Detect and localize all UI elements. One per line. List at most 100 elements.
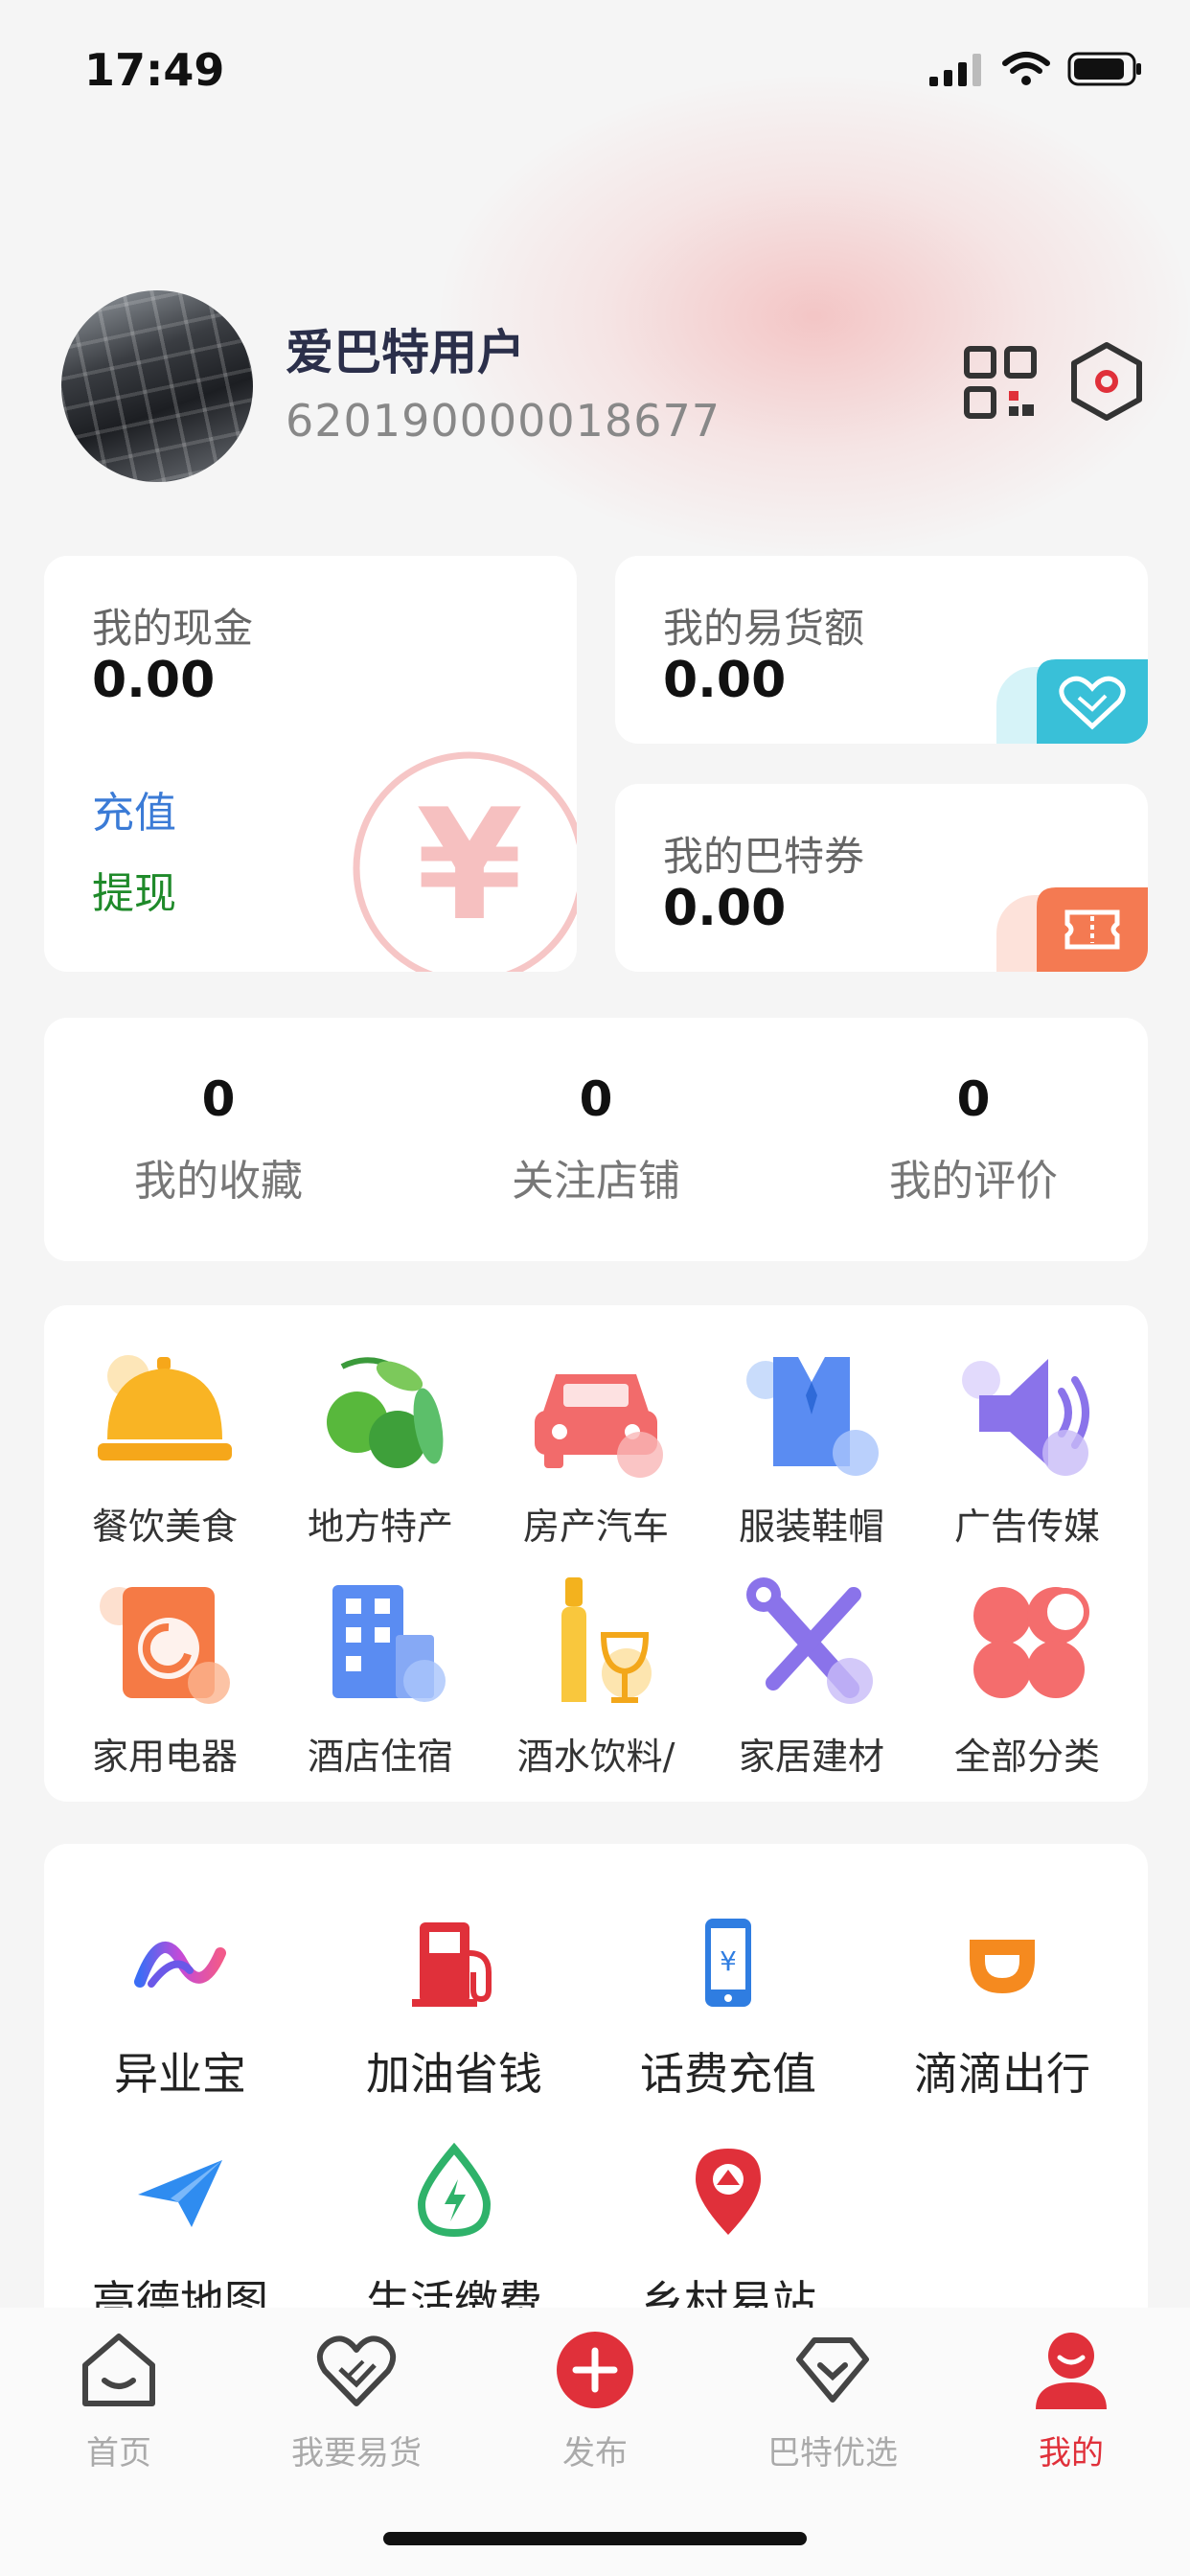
- category-label: 服装鞋帽: [738, 1506, 884, 1548]
- category-label: 家居建材: [738, 1736, 884, 1778]
- stat-followed-shops-label: 关注店铺: [512, 1157, 680, 1206]
- stat-followed-shops-value: 0: [579, 1071, 613, 1127]
- category-label: 酒店住宿: [307, 1736, 453, 1778]
- shirt-icon: [746, 1357, 879, 1476]
- cash-card[interactable]: ¥ 我的现金 0.00 充值 提现: [44, 556, 577, 972]
- location-pin-icon: [696, 2149, 761, 2235]
- barter-amount-value: 0.00: [663, 652, 787, 709]
- category-appliances[interactable]: 家用电器: [69, 1577, 261, 1780]
- tools-icon: [746, 1577, 873, 1704]
- stat-favorites-label: 我的收藏: [134, 1157, 303, 1206]
- service-didi[interactable]: 滴滴出行: [868, 1915, 1136, 2103]
- svg-text:¥: ¥: [720, 1945, 737, 1977]
- food-cloche-icon: [98, 1355, 232, 1460]
- category-all[interactable]: 全部分类: [931, 1577, 1123, 1780]
- service-phone-recharge[interactable]: ¥ 话费充值: [594, 1915, 862, 2103]
- tab-publish[interactable]: 发布: [480, 2327, 710, 2473]
- barter-amount-card[interactable]: 我的易货额 0.00: [615, 556, 1148, 744]
- washing-machine-icon: [100, 1587, 230, 1704]
- category-label: 地方特产: [307, 1506, 453, 1548]
- tab-label: 我要易货: [291, 2434, 422, 2472]
- service-village-station[interactable]: 乡村易站: [594, 2143, 862, 2331]
- yuan-symbol: ¥: [416, 775, 522, 954]
- wifi-icon: [1002, 52, 1050, 85]
- withdraw-link[interactable]: 提现: [92, 859, 176, 920]
- paper-plane-icon: [138, 2160, 222, 2227]
- service-fuel[interactable]: 加油省钱: [320, 1915, 588, 2103]
- stat-followed-shops[interactable]: 0 关注店铺: [452, 1071, 740, 1208]
- qr-code-icon[interactable]: [963, 345, 1038, 420]
- tab-label: 首页: [86, 2434, 151, 2472]
- tab-label: 我的: [1039, 2434, 1104, 2472]
- home-icon: [82, 2334, 155, 2406]
- categories-card: 餐饮美食 地方特产 房产汽车 服装鞋帽 广告传媒 家用电器 酒店住宿 酒水饮料/…: [44, 1305, 1148, 1802]
- service-label: 异业宝: [114, 2048, 246, 2100]
- utility-drop-icon: [417, 2142, 492, 2238]
- service-utilities[interactable]: 生活缴费: [320, 2142, 588, 2331]
- avatar[interactable]: [61, 290, 253, 482]
- service-amap[interactable]: 高德地图: [46, 2143, 314, 2331]
- tab-home[interactable]: 首页: [4, 2327, 234, 2473]
- tab-mine[interactable]: 我的: [956, 2327, 1186, 2473]
- profile-icon: [1036, 2333, 1107, 2409]
- tab-selected[interactable]: 巴特优选: [718, 2327, 948, 2473]
- category-label: 家用电器: [91, 1736, 238, 1778]
- category-realestate-car[interactable]: 房产汽车: [500, 1347, 692, 1550]
- diamond-icon: [796, 2337, 869, 2403]
- category-clothing[interactable]: 服装鞋帽: [716, 1347, 907, 1550]
- cash-title: 我的现金: [92, 605, 254, 652]
- olive-icon: [327, 1357, 444, 1468]
- yiyebao-logo-icon: [134, 1942, 226, 1988]
- user-id: 620190000018677: [286, 395, 721, 447]
- barter-amount-title: 我的易货额: [663, 605, 865, 652]
- tab-label: 发布: [562, 2434, 628, 2472]
- service-label: 加油省钱: [366, 2048, 542, 2100]
- category-drinks[interactable]: 酒水饮料/: [500, 1577, 692, 1780]
- yuan-watermark-icon: ¥: [353, 751, 577, 972]
- hotel-building-icon: [332, 1585, 446, 1702]
- settings-icon[interactable]: [1068, 341, 1145, 422]
- fuel-pump-icon: [412, 1922, 492, 2007]
- category-specialty[interactable]: 地方特产: [285, 1347, 476, 1550]
- phone-recharge-icon: ¥: [705, 1919, 751, 2007]
- category-label: 广告传媒: [953, 1506, 1100, 1548]
- category-food[interactable]: 餐饮美食: [69, 1347, 261, 1550]
- recharge-link[interactable]: 充值: [92, 778, 176, 840]
- category-home-building[interactable]: 家居建材: [716, 1577, 907, 1780]
- status-time: 17:49: [84, 44, 225, 96]
- tab-label: 巴特优选: [767, 2434, 898, 2472]
- service-yiyebao[interactable]: 异业宝: [46, 1915, 314, 2103]
- services-card: 异业宝 加油省钱 ¥ 话费充值 滴滴出行 高德地图 生活缴费 乡村易站: [44, 1844, 1148, 2380]
- stat-reviews[interactable]: 0 我的评价: [830, 1071, 1117, 1208]
- category-label: 房产汽车: [522, 1506, 669, 1548]
- category-advertising[interactable]: 广告传媒: [931, 1347, 1123, 1550]
- didi-icon: [970, 1940, 1035, 1993]
- speaker-icon: [962, 1359, 1089, 1476]
- status-icons: [927, 50, 1144, 88]
- service-label: 话费充值: [640, 2048, 816, 2100]
- handshake-heart-icon: [1037, 659, 1148, 744]
- category-hotel[interactable]: 酒店住宿: [285, 1577, 476, 1780]
- battery-icon: [1067, 52, 1141, 86]
- home-indicator: [383, 2532, 807, 2545]
- stat-reviews-label: 我的评价: [889, 1157, 1058, 1206]
- coupon-card[interactable]: 我的巴特券 0.00: [615, 784, 1148, 972]
- service-label: 滴滴出行: [914, 2048, 1090, 2100]
- signal-icon: [929, 54, 981, 86]
- coupon-title: 我的巴特券: [663, 833, 865, 880]
- wine-icon: [561, 1577, 652, 1703]
- stats-card: 0 我的收藏 0 关注店铺 0 我的评价: [44, 1018, 1148, 1261]
- stat-reviews-value: 0: [956, 1071, 991, 1127]
- stat-favorites-value: 0: [201, 1071, 236, 1127]
- category-label: 全部分类: [953, 1736, 1100, 1778]
- category-label: 餐饮美食: [91, 1506, 238, 1548]
- handshake-heart-icon: [316, 2335, 397, 2406]
- all-categories-icon: [973, 1587, 1089, 1698]
- stat-favorites[interactable]: 0 我的收藏: [75, 1071, 362, 1208]
- coupon-value: 0.00: [663, 880, 787, 937]
- header-glow: [441, 77, 1188, 556]
- cash-value: 0.00: [92, 652, 216, 709]
- tab-barter[interactable]: 我要易货: [241, 2327, 471, 2473]
- category-label: 酒水饮料/: [516, 1736, 675, 1778]
- plus-circle-icon: [557, 2332, 633, 2408]
